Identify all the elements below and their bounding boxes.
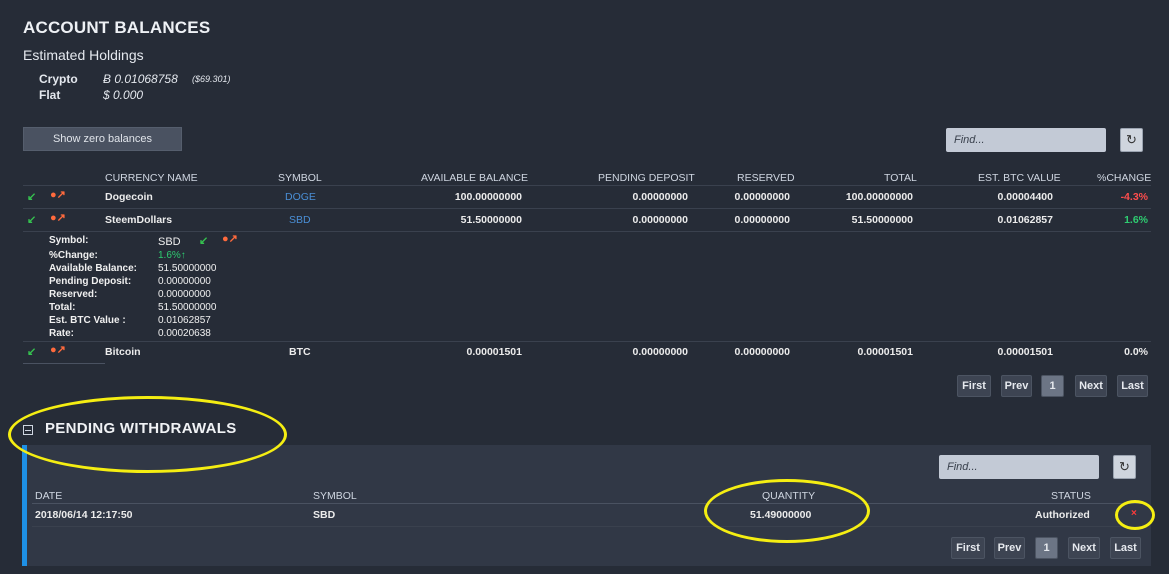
detail-value: SBD [158, 236, 181, 248]
col-currency-name[interactable]: CURRENCY NAME [105, 172, 198, 184]
col-total[interactable]: TOTAL [884, 172, 917, 184]
col-symbol[interactable]: SYMBOL [278, 172, 322, 184]
page-title: ACCOUNT BALANCES [23, 18, 211, 37]
col-quantity[interactable]: QUANTITY [762, 490, 815, 502]
row-divider [23, 363, 105, 364]
withdraw-arrow-icon[interactable]: ●↗ [222, 232, 238, 245]
detail-label: Total: [49, 302, 76, 313]
deposit-arrow-icon[interactable]: ↙ [27, 213, 36, 226]
symbol-text: BTC [289, 346, 311, 358]
deposit-arrow-icon[interactable]: ↙ [27, 345, 36, 358]
withdraw-arrow-icon[interactable]: ●↗ [50, 343, 66, 356]
collapse-icon[interactable] [23, 425, 33, 435]
available-balance: 51.50000000 [460, 214, 522, 226]
col-status[interactable]: STATUS [1051, 490, 1091, 502]
detail-label: Reserved: [49, 289, 98, 300]
withdraw-arrow-icon[interactable]: ●↗ [50, 211, 66, 224]
change-value: 1.6% [1124, 214, 1148, 226]
total: 100.00000000 [845, 191, 913, 203]
withdrawal-status: Authorized [1035, 509, 1090, 521]
row-divider [32, 526, 1147, 527]
pending-deposit: 0.00000000 [632, 346, 688, 358]
symbol-link[interactable]: SBD [289, 214, 311, 226]
pagination-first-button[interactable]: First [957, 375, 991, 397]
pending-deposit: 0.00000000 [632, 214, 688, 226]
withdraw-arrow-icon[interactable]: ●↗ [50, 188, 66, 201]
deposit-arrow-icon[interactable]: ↙ [199, 234, 208, 247]
est-btc-value: 0.01062857 [997, 214, 1053, 226]
detail-label: %Change: [49, 250, 98, 261]
est-btc-value: 0.00001501 [997, 346, 1053, 358]
pending-deposit: 0.00000000 [632, 191, 688, 203]
flat-label: Flat [39, 88, 61, 102]
refresh-icon: ↻ [1119, 459, 1130, 474]
available-balance: 0.00001501 [466, 346, 522, 358]
pagination-last-button[interactable]: Last [1117, 375, 1148, 397]
crypto-value: Ƀ 0.01068758 [103, 72, 178, 86]
pagination-last-button[interactable]: Last [1110, 537, 1141, 559]
available-balance: 100.00000000 [454, 191, 522, 203]
flat-value: $ 0.000 [103, 88, 144, 102]
pagination-page-button[interactable]: 1 [1035, 537, 1058, 559]
change-value: -4.3% [1120, 191, 1148, 203]
col-pending-deposit[interactable]: PENDING DEPOSIT [598, 172, 695, 184]
balances-search-input[interactable] [946, 128, 1106, 152]
currency-name[interactable]: SteemDollars [105, 214, 172, 226]
detail-value: 1.6%↑ [158, 250, 186, 261]
withdrawal-symbol: SBD [313, 509, 336, 521]
crypto-label: Crypto [39, 72, 78, 86]
symbol-link[interactable]: DOGE [285, 191, 316, 203]
withdrawals-refresh-button[interactable]: ↻ [1113, 455, 1136, 479]
col-available-balance[interactable]: AVAILABLE BALANCE [421, 172, 528, 184]
cancel-icon[interactable]: × [1131, 508, 1137, 519]
row-divider [23, 208, 1151, 209]
currency-name[interactable]: Dogecoin [105, 191, 153, 203]
total: 51.50000000 [851, 214, 913, 226]
row-divider [23, 231, 1151, 232]
crypto-usd-value: ($69.301) [192, 74, 231, 84]
pending-withdrawals-title: PENDING WITHDRAWALS [45, 420, 237, 437]
detail-value: 51.50000000 [158, 263, 217, 274]
detail-label: Symbol: [49, 235, 89, 246]
detail-value: 0.00000000 [158, 289, 211, 300]
col-date[interactable]: DATE [35, 490, 62, 502]
detail-label: Est. BTC Value : [49, 315, 126, 326]
pagination-prev-button[interactable]: Prev [1001, 375, 1032, 397]
pagination-first-button[interactable]: First [951, 537, 985, 559]
header-divider [32, 503, 1147, 504]
reserved: 0.00000000 [734, 191, 790, 203]
withdrawal-date: 2018/06/14 12:17:50 [35, 509, 133, 521]
withdrawal-quantity: 51.49000000 [750, 509, 812, 521]
col-symbol[interactable]: SYMBOL [313, 490, 357, 502]
total: 0.00001501 [857, 346, 913, 358]
currency-name[interactable]: Bitcoin [105, 346, 141, 358]
reserved: 0.00000000 [734, 214, 790, 226]
reserved: 0.00000000 [734, 346, 790, 358]
detail-label: Rate: [49, 328, 75, 339]
detail-value: 51.50000000 [158, 302, 217, 313]
detail-value: 0.01062857 [158, 315, 211, 326]
col-est-btc-value[interactable]: EST. BTC VALUE [978, 172, 1061, 184]
row-divider [23, 341, 1151, 342]
pagination-next-button[interactable]: Next [1068, 537, 1100, 559]
estimated-holdings-heading: Estimated Holdings [23, 47, 144, 63]
est-btc-value: 0.00004400 [997, 191, 1053, 203]
balances-refresh-button[interactable]: ↻ [1120, 128, 1143, 152]
show-zero-balances-button[interactable]: Show zero balances [23, 127, 182, 151]
refresh-icon: ↻ [1126, 132, 1137, 147]
detail-value: 0.00020638 [158, 328, 211, 339]
col-reserved[interactable]: RESERVED [737, 172, 795, 184]
withdrawals-search-input[interactable] [939, 455, 1099, 479]
detail-value: 0.00000000 [158, 276, 211, 287]
pagination-page-button[interactable]: 1 [1041, 375, 1064, 397]
header-divider [23, 185, 1151, 186]
pagination-prev-button[interactable]: Prev [994, 537, 1025, 559]
change-value: 0.0% [1124, 346, 1148, 358]
deposit-arrow-icon[interactable]: ↙ [27, 190, 36, 203]
detail-label: Pending Deposit: [49, 276, 132, 287]
pagination-next-button[interactable]: Next [1075, 375, 1107, 397]
detail-label: Available Balance: [49, 263, 138, 274]
col-change[interactable]: %CHANGE [1097, 172, 1151, 184]
